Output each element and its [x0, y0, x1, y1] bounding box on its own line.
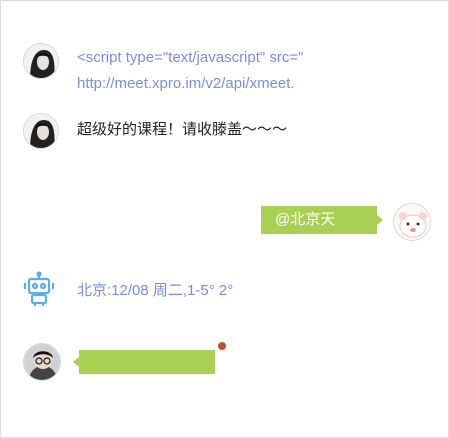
unread-indicator: [218, 342, 226, 350]
message-weather: 北京:12/08 周二,1-5° 2°: [77, 282, 234, 299]
avatar[interactable]: [23, 343, 61, 381]
message-bubble-outgoing: @北京天气？: [261, 206, 383, 256]
message-link[interactable]: http://meet.xpro.im/v2/api/xmeet.: [77, 71, 303, 97]
avatar[interactable]: [23, 43, 59, 79]
message-code: <script type="text/javascript" src=" htt…: [77, 45, 303, 97]
message-line: <script type="text/javascript" src=": [77, 49, 304, 66]
avatar[interactable]: [23, 113, 59, 149]
robot-icon: [21, 271, 57, 307]
message-bubble-incoming: [73, 350, 215, 374]
chat-window: <script type="text/javascript" src=" htt…: [0, 0, 449, 438]
message-text: 超级好的课程！请收滕盖～～～: [77, 121, 288, 138]
avatar[interactable]: [393, 203, 431, 241]
